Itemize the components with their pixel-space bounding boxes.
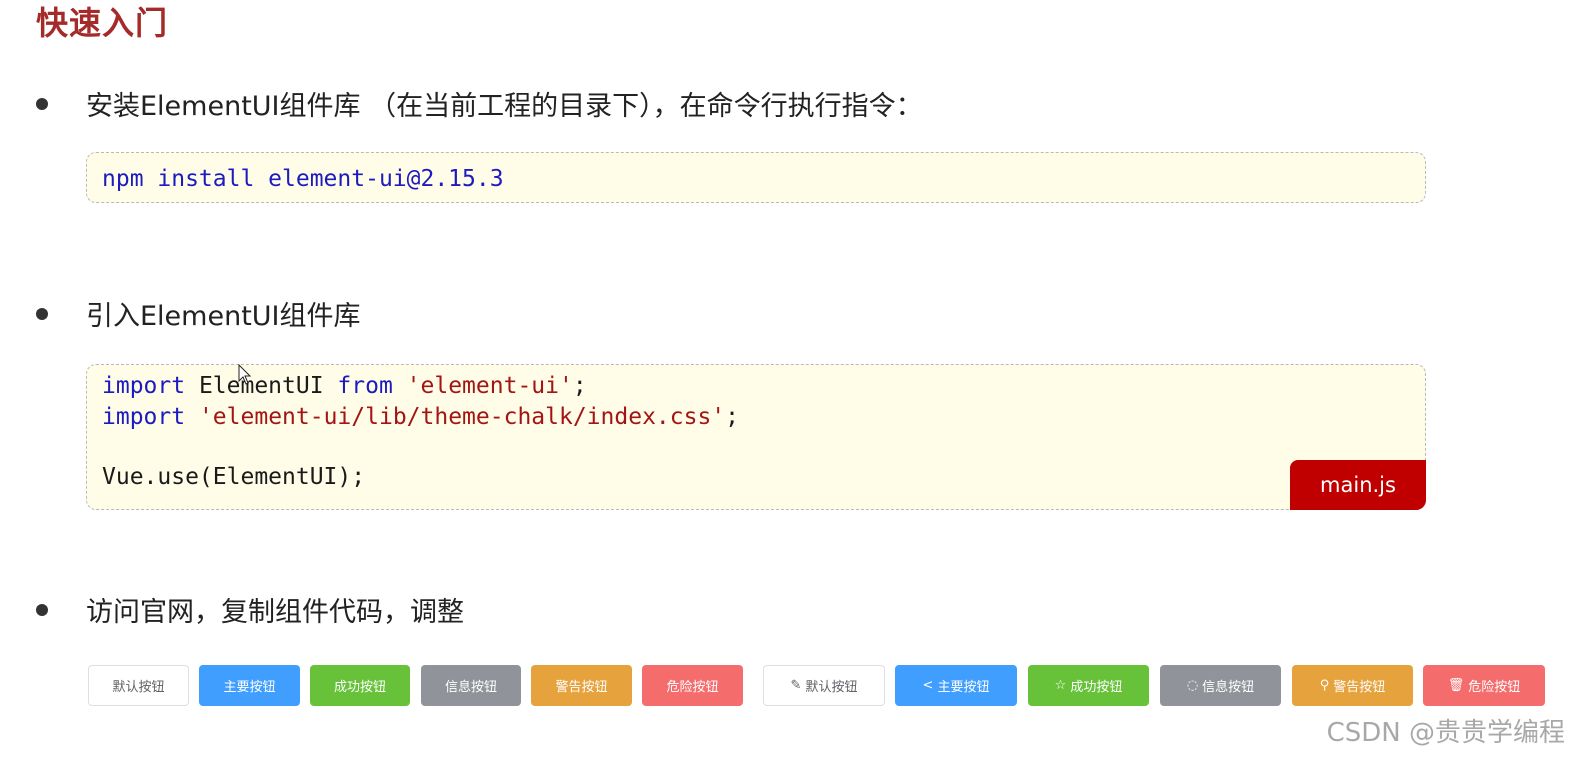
watermark: CSDN @贵贵学编程 [1326,718,1565,748]
install-code-block[interactable]: npm install element-ui@2.15.3 [86,152,1426,203]
code-punct: ; [725,404,740,430]
warning-icon-button[interactable]: ⚲ 警告按钮 [1292,665,1413,706]
bullet-text: 引入ElementUI组件库 [86,301,361,332]
bullet-dot-icon [36,97,48,110]
code-line: import 'element-ui/lib/theme-chalk/index… [102,402,1425,433]
bullet-text: 访问官网，复制组件代码，调整 [86,597,464,628]
share-icon: < [922,678,934,693]
default-icon-button[interactable]: ✎ 默认按钮 [763,665,885,706]
primary-icon-button[interactable]: < 主要按钮 [895,665,1017,706]
success-button[interactable]: 成功按钮 [310,665,410,706]
button-label: 默认按钮 [112,680,165,695]
code-plain: ElementUI [185,373,338,399]
button-label: 警告按钮 [1333,680,1386,695]
code-string: 'element-ui' [406,373,573,399]
button-label: 默认按钮 [805,680,858,695]
code-line: import ElementUI from 'element-ui'; [102,371,1425,402]
default-button[interactable]: 默认按钮 [88,665,189,706]
search-icon: ⚲ [1319,678,1330,693]
bullet-install: 安装ElementUI组件库 （在当前工程的目录下），在命令行执行指令： [36,84,923,123]
file-name-tag: main.js [1290,460,1426,510]
star-icon: ☆ [1054,678,1067,693]
bullet-import: 引入ElementUI组件库 [36,294,361,333]
button-label: 成功按钮 [333,680,386,695]
code-keyword: import [102,373,186,399]
slide: 快速入门 安装ElementUI组件库 （在当前工程的目录下），在命令行执行指令… [0,0,1583,763]
code-line: Vue.use(ElementUI); [102,464,366,490]
code-line: npm install element-ui@2.15.3 [102,166,504,192]
primary-button[interactable]: 主要按钮 [199,665,300,706]
button-label: 警告按钮 [555,680,608,695]
delete-icon: 🗑 [1447,678,1465,693]
code-string: 'element-ui/lib/theme-chalk/index.css' [198,404,726,430]
button-label: 主要按钮 [223,680,276,695]
message-icon: ◌ [1186,678,1199,693]
button-label: 信息按钮 [1202,680,1255,695]
button-label: 主要按钮 [937,680,990,695]
info-button[interactable]: 信息按钮 [421,665,521,706]
page-title: 快速入门 [36,4,169,42]
edit-icon: ✎ [790,678,802,693]
info-icon-button[interactable]: ◌ 信息按钮 [1160,665,1281,706]
warning-button[interactable]: 警告按钮 [531,665,632,706]
bullet-visit-site: 访问官网，复制组件代码，调整 [36,590,464,629]
danger-button[interactable]: 危险按钮 [642,665,743,706]
bullet-dot-icon [36,603,48,616]
danger-icon-button[interactable]: 🗑 危险按钮 [1423,665,1545,706]
code-keyword: import [102,404,186,430]
code-punct: ; [572,373,587,399]
import-code-block[interactable]: import ElementUI from 'element-ui'; impo… [86,364,1426,510]
success-icon-button[interactable]: ☆ 成功按钮 [1028,665,1149,706]
bullet-text: 安装ElementUI组件库 （在当前工程的目录下），在命令行执行指令： [86,91,923,122]
button-label: 信息按钮 [444,680,497,695]
code-keyword: from [337,373,393,399]
button-label: 成功按钮 [1070,680,1123,695]
bullet-dot-icon [36,307,48,320]
mouse-cursor-icon [238,364,252,385]
button-label: 危险按钮 [666,680,719,695]
button-label: 危险按钮 [1468,680,1521,695]
